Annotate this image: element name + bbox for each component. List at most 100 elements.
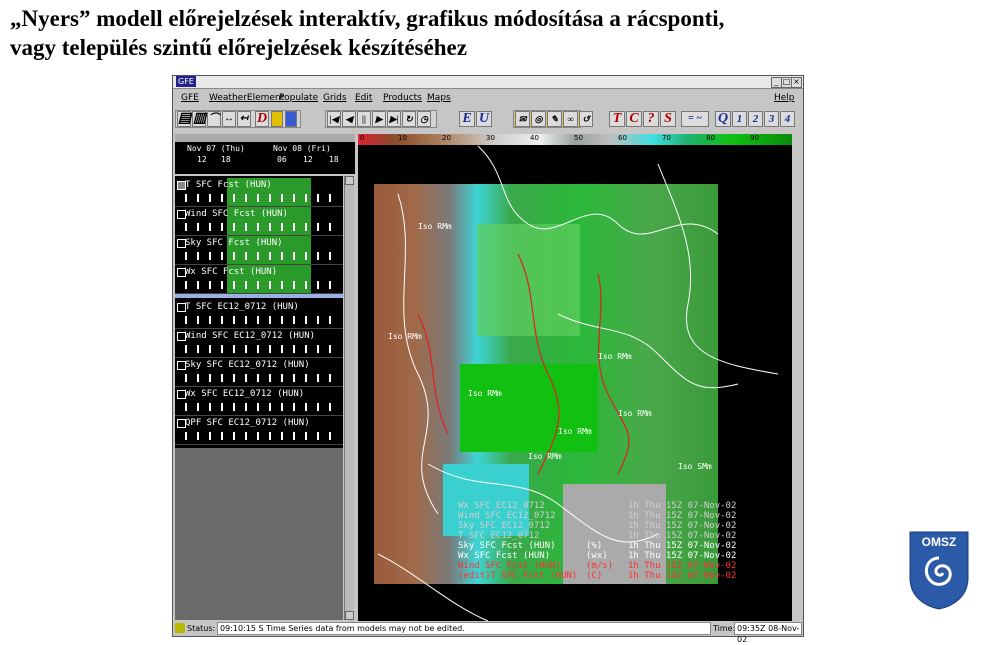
- slide-title-line-1: „Nyers” modell előrejelzések interaktív,…: [10, 6, 725, 31]
- toolbar: ▤ ▥ ⌒ ↔ ↤ D |◀ ◀ || ▶ ▶| ↻ ◷ E U ✉ ◎ ✎ ∞…: [175, 109, 799, 129]
- grid-manager-scrollbar[interactable]: [344, 176, 354, 620]
- toolbar-t-button[interactable]: T: [609, 111, 625, 127]
- time-day-1: Nov 07 (Thu): [187, 144, 245, 153]
- move-tool-icon[interactable]: ↔: [222, 111, 236, 127]
- map-label: Iso RMm: [598, 352, 632, 361]
- menu-products[interactable]: Products: [383, 93, 422, 103]
- scroll-up-icon[interactable]: [345, 176, 354, 185]
- time-label: Time:: [713, 624, 736, 633]
- grid-row-sky-fcst[interactable]: Sky SFC Fcst (HUN): [175, 236, 343, 265]
- close-button[interactable]: ×: [791, 77, 802, 88]
- map-label: Iso RMm: [618, 409, 652, 418]
- legend-name: Sky SFC Fcst (HUN): [458, 541, 556, 551]
- scroll-down-icon[interactable]: [345, 611, 354, 620]
- last-frame-icon[interactable]: ▶|: [387, 111, 401, 127]
- legend-row: Wx SFC EC12_0712 1h Thu 15Z 07-Nov-02: [458, 501, 788, 511]
- save-icon[interactable]: [285, 111, 297, 127]
- status-label: Status:: [187, 624, 216, 633]
- legend-time: 1h Thu 15Z 07-Nov-02: [628, 501, 737, 511]
- menu-populate[interactable]: Populate: [279, 93, 318, 103]
- layout-single-icon[interactable]: ▤: [177, 111, 191, 127]
- time-hour: 12: [197, 155, 207, 164]
- status-indicator-icon: [175, 623, 185, 633]
- grid-row-t-ec12[interactable]: T SFC EC12_0712 (HUN): [175, 300, 343, 329]
- binoculars-icon[interactable]: ∞: [563, 111, 578, 127]
- extend-tool-icon[interactable]: ↤: [237, 111, 251, 127]
- logo-text: OMSZ: [922, 535, 957, 549]
- toolbar-1-button[interactable]: 1: [732, 111, 747, 127]
- legend-row: (edit)T SFC Fcst (HUN) (C) 1h Thu 15Z 07…: [458, 571, 788, 581]
- time-scale[interactable]: Nov 07 (Thu) Nov 08 (Fri) 12 18 06 12 18: [175, 134, 355, 174]
- contour-line: [597, 273, 630, 475]
- legend-time: 1h Thu 15Z 07-Nov-02: [628, 541, 737, 551]
- prev-frame-icon[interactable]: ◀: [342, 111, 356, 127]
- menu-help[interactable]: Help: [774, 93, 795, 103]
- grid-row-ticks: [185, 252, 335, 260]
- menu-edit[interactable]: Edit: [355, 93, 372, 103]
- grid-row-label: T SFC EC12_0712 (HUN): [185, 302, 299, 312]
- legend-name: Wind SFC EC12_0712: [458, 511, 556, 521]
- toolbar-e-button[interactable]: E: [459, 111, 475, 127]
- grid-row-wind-ec12[interactable]: Wind SFC EC12_0712 (HUN): [175, 329, 343, 358]
- legend-units: (%): [586, 541, 603, 551]
- legend-name: Sky SFC EC12_0712: [458, 521, 551, 531]
- toolbar-4-button[interactable]: 4: [780, 111, 795, 127]
- menu-gfe[interactable]: GFE: [181, 93, 199, 103]
- grid-manager: T SFC Fcst (HUN) Wind SFC Fcst (HUN) Sky…: [175, 176, 343, 620]
- menu-weatherelement[interactable]: WeatherElement: [209, 93, 284, 103]
- clock-icon[interactable]: ◷: [417, 111, 431, 127]
- window-title: GFE: [176, 76, 196, 87]
- next-frame-icon[interactable]: ▶: [372, 111, 386, 127]
- grid-row-wind-fcst[interactable]: Wind SFC Fcst (HUN): [175, 207, 343, 236]
- pencil-icon[interactable]: [271, 111, 283, 127]
- loop-icon[interactable]: ↻: [402, 111, 416, 127]
- grid-row-wx-fcst[interactable]: Wx SFC Fcst (HUN): [175, 265, 343, 294]
- menu-maps[interactable]: Maps: [427, 93, 451, 103]
- layout-split-icon[interactable]: ▥: [192, 111, 206, 127]
- toolbar-eq-button[interactable]: = ~: [681, 111, 709, 127]
- grid-row-ticks: [185, 432, 335, 440]
- time-hour: 18: [221, 155, 231, 164]
- legend-time: 1h Thu 15Z 07-Nov-02: [628, 521, 737, 531]
- toolbar-u-button[interactable]: U: [476, 111, 492, 127]
- refresh-icon[interactable]: ↺: [579, 111, 593, 127]
- paint-icon[interactable]: ✎: [547, 111, 562, 127]
- pause-icon[interactable]: ||: [357, 111, 371, 127]
- legend-name: Wx SFC EC12_0712: [458, 501, 545, 511]
- toolbar-2-button[interactable]: 2: [748, 111, 763, 127]
- status-message[interactable]: 09:10:15 S Time Series data from models …: [217, 622, 711, 635]
- legend-row: Wx SFC Fcst (HUN) (wx) 1h Thu 15Z 07-Nov…: [458, 551, 788, 561]
- toolbar-s-button[interactable]: S: [660, 111, 676, 127]
- legend-time: 1h Thu 15Z 07-Nov-02: [628, 531, 737, 541]
- legend-row: T SFC EC12_0712 1h Thu 15Z 07-Nov-02: [458, 531, 788, 541]
- legend-time: 1h Thu 15Z 07-Nov-02: [628, 511, 737, 521]
- toolbar-3-button[interactable]: 3: [764, 111, 779, 127]
- grid-row-wx-ec12[interactable]: Wx SFC EC12_0712 (HUN): [175, 387, 343, 416]
- grid-row-sky-ec12[interactable]: Sky SFC EC12_0712 (HUN): [175, 358, 343, 387]
- map-label: Iso RMm: [468, 389, 502, 398]
- border-line: [477, 145, 719, 235]
- menu-grids[interactable]: Grids: [323, 93, 347, 103]
- grid-row-ticks: [185, 223, 335, 231]
- grid-row-label: Sky SFC Fcst (HUN): [185, 238, 283, 248]
- legend-row: Wind SFC Fcst (HUN) (m/s) 1h Thu 15Z 07-…: [458, 561, 788, 571]
- toolbar-c-button[interactable]: C: [626, 111, 642, 127]
- time-hour: 06: [277, 155, 287, 164]
- toolbar-q-button[interactable]: Q: [715, 111, 731, 127]
- border-line: [557, 313, 739, 389]
- contour-tool-icon[interactable]: ⌒: [207, 111, 221, 127]
- map-panel[interactable]: 0 10 20 30 40 50 60 70 80 90 Iso RMm Iso…: [358, 134, 792, 621]
- grid-row-t-fcst[interactable]: T SFC Fcst (HUN): [175, 178, 343, 207]
- time-scroller[interactable]: [175, 134, 355, 142]
- target-icon[interactable]: ◎: [531, 111, 546, 127]
- toolbar-d-button[interactable]: D: [255, 111, 269, 127]
- sample-icon[interactable]: ✉: [515, 111, 530, 127]
- map-label: Iso RMm: [388, 332, 422, 341]
- grid-manager-empty: [175, 448, 343, 620]
- legend-row: Sky SFC Fcst (HUN) (%) 1h Thu 15Z 07-Nov…: [458, 541, 788, 551]
- slide-title-line-2: vagy település szintű előrejelzések kész…: [10, 35, 467, 60]
- grid-row-qpf-ec12[interactable]: QPF SFC EC12_0712 (HUN): [175, 416, 343, 445]
- toolbar-help-button[interactable]: ?: [643, 111, 659, 127]
- first-frame-icon[interactable]: |◀: [327, 111, 341, 127]
- grid-row-label: T SFC Fcst (HUN): [185, 180, 272, 190]
